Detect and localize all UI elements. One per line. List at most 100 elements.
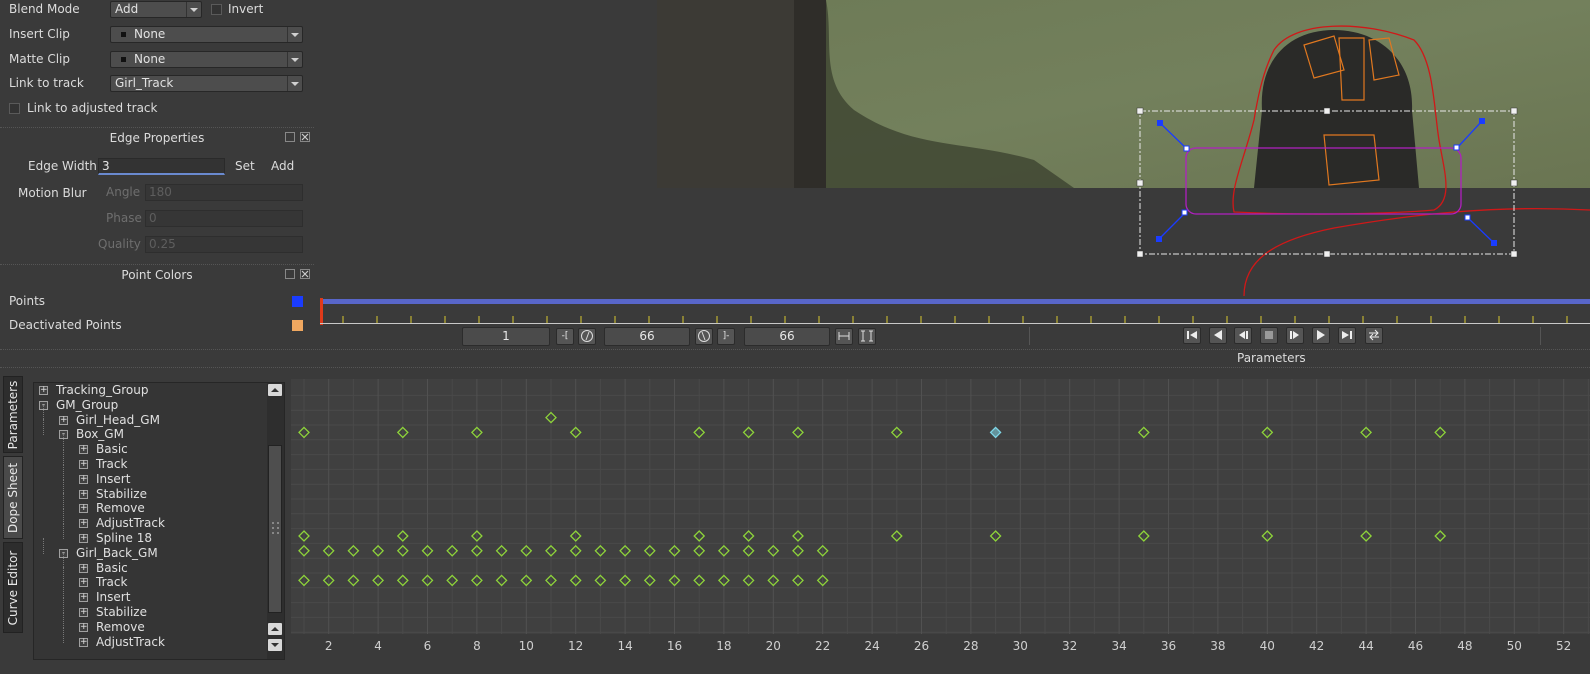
scroll-up-icon[interactable]: [268, 623, 282, 635]
expand-icon[interactable]: +: [79, 534, 88, 543]
set-out-point-icon[interactable]: ]-: [717, 328, 735, 345]
insert-clip-value: None: [134, 27, 166, 41]
edge-width-input[interactable]: 3: [98, 158, 225, 175]
expand-icon[interactable]: +: [79, 474, 88, 484]
play-icon[interactable]: [1312, 327, 1330, 344]
tree-guide-line: [63, 434, 65, 451]
chevron-down-icon: [287, 52, 302, 67]
scroll-up-icon[interactable]: [268, 384, 282, 396]
keyframe-marker: [989, 426, 1002, 439]
tree-item[interactable]: Girl_Back_GM: [76, 546, 158, 561]
tree-item[interactable]: Basic: [96, 442, 128, 457]
go-to-start-icon[interactable]: [1183, 327, 1201, 344]
blend-mode-dropdown[interactable]: Add: [110, 1, 202, 18]
set-button[interactable]: Set: [235, 159, 255, 173]
float-panel-icon[interactable]: [285, 132, 295, 142]
tree-item[interactable]: Stabilize: [96, 605, 147, 620]
tree-guide-line: [43, 404, 45, 421]
float-panel-icon[interactable]: [285, 269, 295, 279]
jump-in-icon[interactable]: [578, 328, 596, 345]
blend-mode-label: Blend Mode: [9, 2, 80, 16]
panel-divider: [0, 367, 1590, 368]
full-range-icon[interactable]: [858, 328, 876, 345]
close-icon[interactable]: [300, 269, 310, 279]
edge-properties-title: Edge Properties: [109, 131, 205, 145]
expand-icon[interactable]: +: [39, 386, 48, 395]
tab-parameters[interactable]: Parameters: [3, 376, 23, 453]
expand-icon[interactable]: +: [79, 593, 88, 603]
scroll-down-icon[interactable]: [268, 639, 282, 651]
close-icon[interactable]: [300, 132, 310, 142]
phase-label: Phase: [106, 211, 142, 225]
tree-item[interactable]: AdjustTrack: [96, 635, 165, 650]
expand-icon[interactable]: +: [79, 608, 88, 617]
tree-item[interactable]: Basic: [96, 561, 128, 576]
phase-input[interactable]: 0: [145, 210, 303, 227]
tree-guide-line: [63, 582, 65, 599]
stop-icon[interactable]: [1260, 327, 1278, 344]
matte-clip-dropdown[interactable]: None: [110, 51, 303, 68]
tree-guide-line: [63, 463, 65, 480]
tree-item[interactable]: Remove: [96, 620, 145, 635]
play-reverse-icon[interactable]: [1234, 327, 1252, 344]
expand-icon[interactable]: +: [79, 519, 88, 529]
tree-item[interactable]: AdjustTrack: [96, 516, 165, 531]
insert-clip-label: Insert Clip: [9, 27, 70, 41]
layer-tree[interactable]: + Tracking_Group - GM_Group + Girl_Head_GM - Bo…: [33, 382, 285, 660]
viewer[interactable]: [314, 0, 1590, 296]
tree-item[interactable]: Spline 18: [96, 531, 152, 546]
tree-item[interactable]: Stabilize: [96, 487, 147, 502]
tree-guide-line: [63, 508, 65, 525]
quality-input[interactable]: 0.25: [145, 236, 303, 253]
deactivated-points-color-swatch[interactable]: [292, 320, 303, 331]
matte-clip-label: Matte Clip: [9, 52, 70, 66]
point-colors-title: Point Colors: [121, 268, 193, 282]
link-to-track-dropdown[interactable]: Girl_Track: [110, 75, 303, 92]
tree-item[interactable]: Box_GM: [76, 427, 124, 442]
expand-icon[interactable]: +: [79, 622, 88, 632]
expand-icon[interactable]: +: [79, 460, 88, 469]
scroll-thumb[interactable]: [268, 445, 282, 613]
expand-icon[interactable]: +: [59, 415, 68, 425]
start-frame-field[interactable]: 1: [462, 327, 550, 346]
viewer-canvas[interactable]: [314, 0, 1590, 296]
tree-item[interactable]: Tracking_Group: [56, 383, 149, 398]
tab-dope-sheet[interactable]: Dope Sheet: [3, 456, 23, 539]
chevron-down-icon: [287, 27, 302, 42]
angle-input[interactable]: 180: [145, 184, 303, 201]
fit-range-icon[interactable]: [835, 328, 853, 345]
invert-checkbox[interactable]: [211, 4, 222, 15]
expand-icon[interactable]: +: [79, 563, 88, 573]
tree-item[interactable]: Insert: [96, 590, 130, 605]
tree-item[interactable]: Insert: [96, 472, 130, 487]
tree-item[interactable]: Track: [96, 575, 127, 590]
expand-icon[interactable]: +: [79, 445, 88, 455]
end-frame-field[interactable]: 66: [744, 327, 830, 346]
angle-label: Angle: [106, 185, 141, 199]
expand-icon[interactable]: +: [79, 578, 88, 588]
add-button[interactable]: Add: [271, 159, 294, 173]
dope-sheet-canvas[interactable]: [291, 379, 1590, 674]
step-back-icon[interactable]: [1209, 327, 1227, 344]
go-to-end-icon[interactable]: [1338, 327, 1356, 344]
tree-item[interactable]: Track: [96, 457, 127, 472]
insert-clip-dropdown[interactable]: None: [110, 26, 303, 43]
play-step-icon[interactable]: [1286, 327, 1304, 344]
tree-item[interactable]: Girl_Head_GM: [76, 413, 160, 428]
points-color-swatch[interactable]: [292, 296, 303, 307]
expand-icon[interactable]: +: [79, 489, 88, 499]
jump-out-icon[interactable]: [695, 328, 713, 345]
tab-curve-editor[interactable]: Curve Editor: [3, 542, 23, 633]
loop-mode-icon[interactable]: [1365, 327, 1383, 344]
tree-scrollbar[interactable]: [267, 383, 284, 659]
tree-guide-line: [63, 567, 65, 584]
expand-icon[interactable]: +: [79, 637, 88, 647]
tree-item[interactable]: Remove: [96, 501, 145, 516]
link-adjusted-checkbox[interactable]: [9, 103, 20, 114]
current-frame-field[interactable]: 66: [604, 327, 690, 346]
expand-icon[interactable]: +: [79, 504, 88, 514]
set-in-point-icon[interactable]: -[: [556, 328, 574, 345]
timeline[interactable]: [320, 296, 1590, 326]
tree-item[interactable]: GM_Group: [56, 398, 118, 413]
dope-sheet[interactable]: [291, 379, 1590, 674]
